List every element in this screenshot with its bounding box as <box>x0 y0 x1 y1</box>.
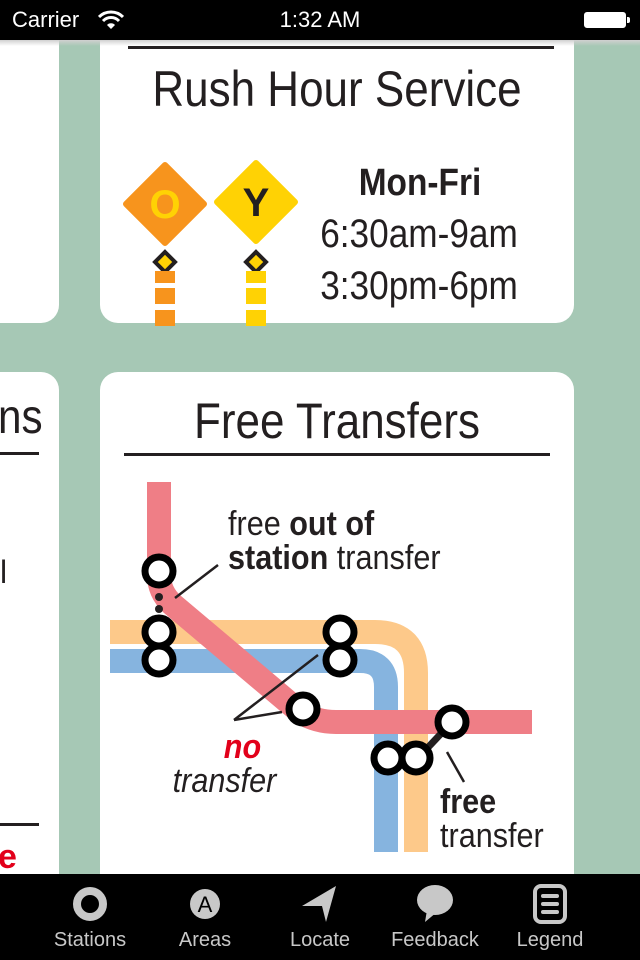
orange-line-badge: O <box>123 162 207 326</box>
station-circle <box>285 691 321 727</box>
station-circle <box>141 614 177 650</box>
tab-areas[interactable]: A Areas <box>145 874 265 960</box>
orange-station-diamond <box>152 249 178 275</box>
left-card-title-fragment: ns <box>0 391 43 444</box>
clock: 1:32 AM <box>279 7 361 32</box>
area-a-icon: A <box>190 889 220 919</box>
station-circle <box>141 553 177 589</box>
tab-feedback-label: Feedback <box>391 929 479 951</box>
left-card-rule <box>0 452 39 455</box>
tab-stations[interactable]: Stations <box>30 874 150 960</box>
station-circle <box>370 740 406 776</box>
rush-hour-morning: 6:30am-9am <box>320 212 518 256</box>
rush-hour-title: Rush Hour Service <box>152 61 522 117</box>
speech-bubble-icon <box>417 885 453 922</box>
rush-hour-evening: 3:30pm-6pm <box>320 264 518 308</box>
tab-areas-label: Areas <box>178 929 232 951</box>
no-transfer-label: no transfer <box>172 728 277 800</box>
top-shadow <box>0 40 640 46</box>
left-card-rule-2 <box>0 823 39 826</box>
out-of-station-dot <box>155 593 163 601</box>
tab-stations-label: Stations <box>53 929 127 951</box>
station-circle <box>141 642 177 678</box>
left-card-bottom: ns l e <box>0 372 59 874</box>
locate-arrow-icon <box>302 886 336 922</box>
station-circle <box>398 740 434 776</box>
yellow-badge-letter: Y <box>243 181 270 225</box>
tab-feedback[interactable]: Feedback <box>375 874 495 960</box>
out-of-station-label: free out of station transfer <box>228 505 441 577</box>
svg-text:A: A <box>198 892 213 917</box>
rush-hour-badges: O Y <box>123 160 298 326</box>
out-of-station-pointer <box>174 564 219 599</box>
tab-locate-label: Locate <box>289 929 351 951</box>
rush-hour-days: Mon-Fri <box>358 162 482 204</box>
yellow-station-diamond <box>243 249 269 275</box>
tab-legend[interactable]: Legend <box>490 874 610 960</box>
left-card-text-fragment: l <box>0 554 8 590</box>
out-of-station-dot <box>155 605 163 613</box>
station-circle <box>434 704 470 740</box>
station-circle <box>322 614 358 650</box>
status-bar: Carrier 1:32 AM <box>0 0 640 40</box>
orange-badge-letter: O <box>149 183 180 227</box>
legend-map-view[interactable]: ns l e Rush Hour Service O Y Mon-Fri 6:3… <box>0 40 640 874</box>
battery-icon <box>584 12 630 28</box>
free-transfer-label: free transfer <box>440 783 544 855</box>
station-circle <box>322 642 358 678</box>
left-card-top <box>0 40 59 323</box>
rush-hour-top-rule <box>128 46 554 49</box>
tab-bar: Stations A Areas Locate Feedback Legend <box>0 874 640 960</box>
rush-hour-card: Rush Hour Service O Y Mon-Fri 6:30am-9am… <box>100 40 574 326</box>
free-transfers-card: Free Transfers free out of station trans… <box>100 372 574 874</box>
free-transfer-pointer <box>445 751 466 783</box>
legend-list-icon <box>533 884 567 924</box>
station-ring-icon <box>73 887 107 921</box>
tab-locate[interactable]: Locate <box>260 874 380 960</box>
tab-legend-label: Legend <box>516 929 584 951</box>
left-card-red-fragment: e <box>0 838 17 874</box>
yellow-line-badge: Y <box>214 160 298 326</box>
